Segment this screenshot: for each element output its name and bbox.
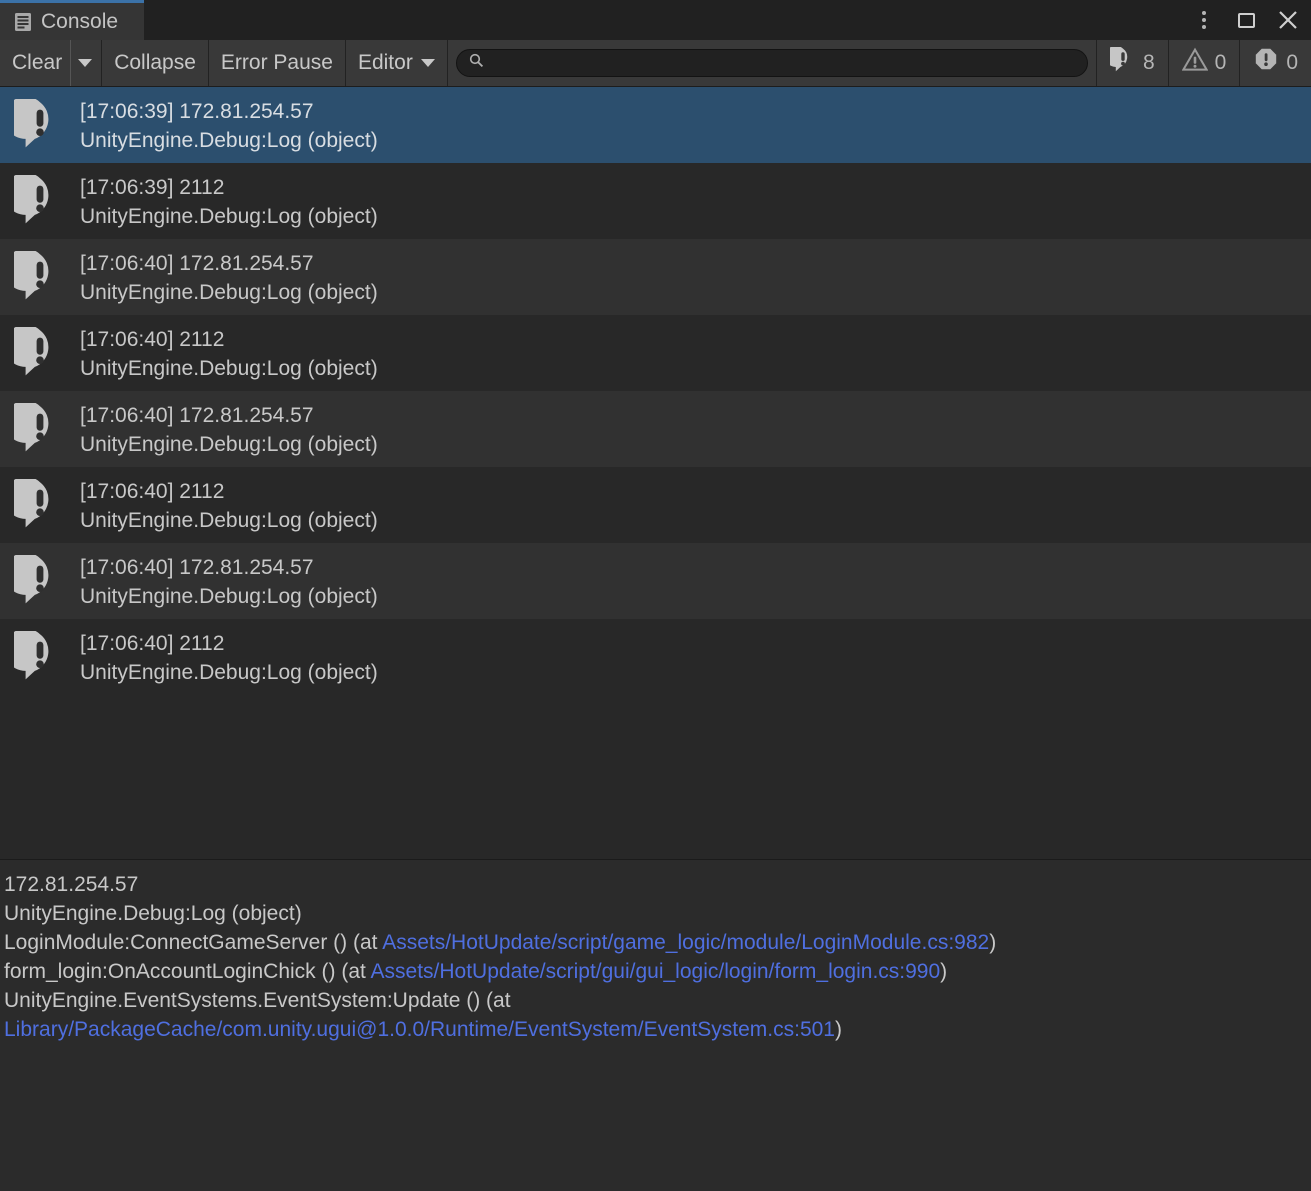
window-controls — [1191, 0, 1301, 40]
chevron-down-icon — [421, 59, 435, 67]
log-bubble-icon — [1110, 47, 1136, 79]
stack-trace-line: form_login:OnAccountLoginChick () (at As… — [2, 957, 1311, 986]
log-entry-source: UnityEngine.Debug:Log (object) — [80, 126, 378, 155]
log-entry-row[interactable]: [17:06:40] 2112UnityEngine.Debug:Log (ob… — [0, 467, 1311, 543]
error-octagon-icon — [1253, 47, 1279, 79]
log-entry-source: UnityEngine.Debug:Log (object) — [80, 582, 378, 611]
console-lines-icon — [14, 12, 32, 32]
clear-button[interactable]: Clear — [0, 40, 70, 86]
log-bubble-icon — [14, 327, 66, 379]
log-entry-source: UnityEngine.Debug:Log (object) — [80, 354, 378, 383]
stack-trace-text: LoginModule:ConnectGameServer () (at — [4, 931, 382, 954]
stack-trace-line: 172.81.254.57 — [2, 870, 1311, 899]
error-pause-toggle[interactable]: Error Pause — [209, 40, 346, 86]
log-entry-row[interactable]: [17:06:40] 172.81.254.57UnityEngine.Debu… — [0, 391, 1311, 467]
log-entry-message: [17:06:39] 172.81.254.57 — [80, 97, 378, 126]
log-bubble-icon — [14, 555, 66, 607]
stack-trace-panel[interactable]: 172.81.254.57 UnityEngine.Debug:Log (obje… — [0, 860, 1311, 1191]
log-bubble-icon — [14, 479, 66, 531]
log-entry-message: [17:06:40] 172.81.254.57 — [80, 553, 378, 582]
log-entry-source: UnityEngine.Debug:Log (object) — [80, 202, 378, 231]
log-entry-source: UnityEngine.Debug:Log (object) — [80, 430, 378, 459]
log-bubble-icon — [14, 175, 66, 227]
stack-trace-text: ) — [989, 931, 996, 954]
search-container — [448, 40, 1097, 86]
log-entry-message: [17:06:40] 2112 — [80, 477, 378, 506]
log-entry-text: [17:06:40] 2112UnityEngine.Debug:Log (ob… — [80, 324, 378, 383]
log-bubble-icon — [14, 631, 66, 683]
search-box[interactable] — [456, 49, 1088, 77]
stack-trace-text: 172.81.254.57 — [4, 873, 138, 896]
collapse-toggle[interactable]: Collapse — [102, 40, 209, 86]
error-count-value: 0 — [1286, 51, 1298, 75]
log-entry-row[interactable]: [17:06:40] 172.81.254.57UnityEngine.Debu… — [0, 543, 1311, 619]
stack-trace-line: Library/PackageCache/com.unity.ugui@1.0.… — [2, 1015, 1311, 1044]
stack-trace-link[interactable]: Assets/HotUpdate/script/gui/gui_logic/lo… — [371, 960, 941, 983]
tab-console-label: Console — [41, 10, 118, 34]
log-entry-message: [17:06:39] 2112 — [80, 173, 378, 202]
log-entry-source: UnityEngine.Debug:Log (object) — [80, 658, 378, 687]
log-entry-row[interactable]: [17:06:39] 2112UnityEngine.Debug:Log (ob… — [0, 163, 1311, 239]
console-toolbar: Clear Collapse Error Pause Editor — [0, 40, 1311, 87]
log-entry-text: [17:06:40] 172.81.254.57UnityEngine.Debu… — [80, 400, 378, 459]
stack-trace-text: ) — [940, 960, 947, 983]
log-entry-message: [17:06:40] 2112 — [80, 325, 378, 354]
log-entry-text: [17:06:40] 172.81.254.57UnityEngine.Debu… — [80, 552, 378, 611]
log-bubble-icon — [14, 403, 66, 455]
log-bubble-icon — [14, 99, 66, 151]
stack-trace-text: ) — [835, 1018, 842, 1041]
search-input[interactable] — [484, 53, 1075, 73]
error-count-button[interactable]: 0 — [1240, 40, 1311, 86]
clear-button-label: Clear — [12, 51, 62, 75]
warning-triangle-icon — [1182, 47, 1208, 79]
log-entry-text: [17:06:40] 2112UnityEngine.Debug:Log (ob… — [80, 628, 378, 687]
stack-trace-text: UnityEngine.Debug:Log (object) — [4, 902, 302, 925]
stack-trace-link[interactable]: Assets/HotUpdate/script/game_logic/modul… — [382, 931, 989, 954]
log-entry-text: [17:06:40] 172.81.254.57UnityEngine.Debu… — [80, 248, 378, 307]
log-entry-row[interactable]: [17:06:39] 172.81.254.57UnityEngine.Debu… — [0, 87, 1311, 163]
log-entry-source: UnityEngine.Debug:Log (object) — [80, 506, 378, 535]
stack-trace-text: UnityEngine.EventSystems.EventSystem:Upd… — [4, 989, 516, 1012]
log-bubble-icon — [14, 251, 66, 303]
console-window: Console Clear Collapse — [0, 0, 1311, 1191]
chevron-down-icon — [78, 59, 92, 67]
log-entry-message: [17:06:40] 172.81.254.57 — [80, 249, 378, 278]
editor-dropdown[interactable]: Editor — [346, 40, 448, 86]
log-entry-source: UnityEngine.Debug:Log (object) — [80, 278, 378, 307]
log-list[interactable]: [17:06:39] 172.81.254.57UnityEngine.Debu… — [0, 87, 1311, 859]
close-icon[interactable] — [1275, 7, 1301, 33]
stack-trace-line: UnityEngine.EventSystems.EventSystem:Upd… — [2, 986, 1311, 1015]
search-icon — [469, 53, 484, 73]
title-bar: Console — [0, 0, 1311, 40]
stack-trace-line: UnityEngine.Debug:Log (object) — [2, 899, 1311, 928]
log-count-button[interactable]: 8 — [1097, 40, 1169, 86]
maximize-icon[interactable] — [1233, 7, 1259, 33]
stack-trace-text: form_login:OnAccountLoginChick () (at — [4, 960, 371, 983]
error-pause-label: Error Pause — [221, 51, 333, 75]
clear-dropdown-button[interactable] — [70, 40, 102, 86]
kebab-menu-icon[interactable] — [1191, 7, 1217, 33]
stack-trace-line: LoginModule:ConnectGameServer () (at Ass… — [2, 928, 1311, 957]
log-entry-text: [17:06:39] 172.81.254.57UnityEngine.Debu… — [80, 96, 378, 155]
log-entry-message: [17:06:40] 2112 — [80, 629, 378, 658]
stack-trace-link[interactable]: Library/PackageCache/com.unity.ugui@1.0.… — [4, 1018, 835, 1041]
log-entry-row[interactable]: [17:06:40] 2112UnityEngine.Debug:Log (ob… — [0, 315, 1311, 391]
log-entry-message: [17:06:40] 172.81.254.57 — [80, 401, 378, 430]
warning-count-value: 0 — [1215, 51, 1227, 75]
log-entry-row[interactable]: [17:06:40] 172.81.254.57UnityEngine.Debu… — [0, 239, 1311, 315]
log-count-value: 8 — [1143, 51, 1155, 75]
warning-count-button[interactable]: 0 — [1169, 40, 1241, 86]
log-entry-row[interactable]: [17:06:40] 2112UnityEngine.Debug:Log (ob… — [0, 619, 1311, 695]
tab-console[interactable]: Console — [0, 0, 144, 40]
collapse-label: Collapse — [114, 51, 196, 75]
log-entry-text: [17:06:39] 2112UnityEngine.Debug:Log (ob… — [80, 172, 378, 231]
editor-label: Editor — [358, 51, 413, 75]
log-entry-text: [17:06:40] 2112UnityEngine.Debug:Log (ob… — [80, 476, 378, 535]
